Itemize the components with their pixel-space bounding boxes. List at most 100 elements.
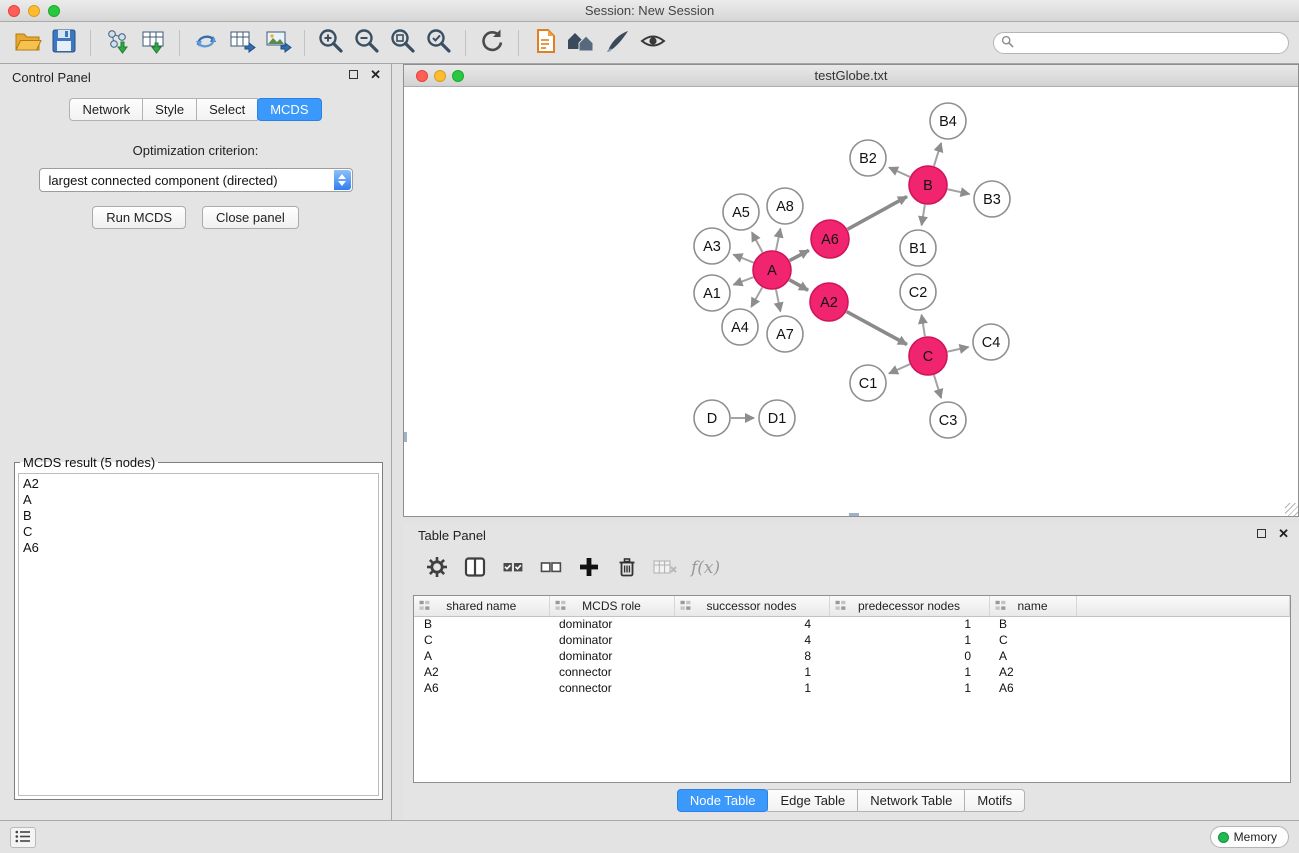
table-cell[interactable]: dominator (549, 648, 674, 664)
table-row[interactable]: Bdominator41B (414, 616, 1290, 632)
criterion-dropdown[interactable]: largest connected component (directed) (39, 168, 353, 192)
table-cell[interactable]: C (989, 632, 1076, 648)
table-row[interactable]: A2connector11A2 (414, 664, 1290, 680)
close-panel-button[interactable]: Close panel (202, 206, 299, 229)
style-brush-button[interactable] (599, 26, 635, 60)
network-edge[interactable] (922, 205, 925, 226)
column-header-predecessor-nodes[interactable]: predecessor nodes (829, 596, 989, 616)
network-edge[interactable] (889, 364, 910, 373)
network-edge[interactable] (789, 280, 808, 290)
close-panel-icon[interactable]: ✕ (370, 69, 381, 80)
network-edge[interactable] (948, 347, 969, 352)
network-node-B[interactable]: B (909, 166, 947, 204)
run-mcds-button[interactable]: Run MCDS (92, 206, 186, 229)
show-columns-button[interactable] (459, 553, 491, 583)
delete-column-button[interactable] (611, 553, 643, 583)
mcds-result-item[interactable]: A6 (23, 540, 374, 556)
mcds-result-list[interactable]: A2ABCA6 (18, 473, 379, 796)
network-node-A2[interactable]: A2 (810, 283, 848, 321)
tab-mcds[interactable]: MCDS (257, 98, 321, 121)
tab-style[interactable]: Style (142, 98, 197, 121)
table-cell[interactable]: 0 (829, 648, 989, 664)
zoom-out-button[interactable] (349, 26, 385, 60)
network-edge[interactable] (934, 375, 941, 398)
mcds-result-item[interactable]: A (23, 492, 374, 508)
table-cell[interactable]: 1 (829, 616, 989, 632)
network-canvas[interactable]: B4B2BB3A8A5A6B1A3AC2A1A2A4A7C4CC1C3DD1 (404, 87, 1298, 516)
network-edge[interactable] (847, 312, 907, 345)
network-edge[interactable] (733, 277, 753, 285)
table-cell[interactable]: 1 (674, 680, 829, 696)
network-edge[interactable] (790, 250, 809, 260)
import-network-button[interactable] (99, 26, 135, 60)
table-cell[interactable]: A6 (989, 680, 1076, 696)
network-edge[interactable] (922, 315, 925, 337)
function-builder-button[interactable]: f(x) (687, 558, 720, 578)
table-tab-motifs[interactable]: Motifs (964, 789, 1025, 812)
network-edge[interactable] (751, 287, 762, 307)
network-edge[interactable] (776, 290, 780, 312)
table-row[interactable]: A6connector11A6 (414, 680, 1290, 696)
export-image-button[interactable] (260, 26, 296, 60)
table-cell[interactable]: A2 (414, 664, 549, 680)
table-tab-edge-table[interactable]: Edge Table (767, 789, 858, 812)
open-document-button[interactable] (527, 26, 563, 60)
open-folder-button[interactable] (10, 26, 46, 60)
mcds-result-item[interactable]: A2 (23, 476, 374, 492)
table-row[interactable]: Adominator80A (414, 648, 1290, 664)
network-node-A6[interactable]: A6 (811, 220, 849, 258)
zoom-selected-button[interactable] (421, 26, 457, 60)
network-node-B4[interactable]: B4 (930, 103, 966, 139)
add-column-button[interactable] (573, 553, 605, 583)
table-cell[interactable]: dominator (549, 616, 674, 632)
network-edge[interactable] (848, 197, 907, 230)
refresh-button[interactable] (474, 26, 510, 60)
save-session-button[interactable] (46, 26, 82, 60)
window-resize-grip[interactable] (1285, 503, 1298, 516)
search-input[interactable] (1014, 34, 1288, 52)
network-node-C3[interactable]: C3 (930, 402, 966, 438)
close-table-panel-icon[interactable]: ✕ (1278, 528, 1289, 539)
network-edge[interactable] (752, 232, 763, 252)
mcds-result-item[interactable]: B (23, 508, 374, 524)
table-cell[interactable]: 4 (674, 632, 829, 648)
network-edge[interactable] (776, 229, 780, 251)
network-node-B1[interactable]: B1 (900, 230, 936, 266)
new-table-button[interactable] (224, 26, 260, 60)
home-button[interactable] (563, 26, 599, 60)
network-node-A3[interactable]: A3 (694, 228, 730, 264)
network-edge[interactable] (948, 189, 970, 194)
column-header-successor-nodes[interactable]: successor nodes (674, 596, 829, 616)
table-cell[interactable]: 1 (829, 632, 989, 648)
network-edge[interactable] (934, 143, 941, 166)
network-node-A4[interactable]: A4 (722, 309, 758, 345)
table-cell[interactable]: 1 (829, 680, 989, 696)
select-all-button[interactable] (497, 553, 529, 583)
network-node-A8[interactable]: A8 (767, 188, 803, 224)
task-history-button[interactable] (10, 827, 36, 848)
float-table-panel-icon[interactable] (1257, 529, 1266, 538)
network-node-A[interactable]: A (753, 251, 791, 289)
table-cell[interactable]: connector (549, 680, 674, 696)
column-header-shared-name[interactable]: shared name (414, 596, 549, 616)
new-network-button[interactable] (188, 26, 224, 60)
table-cell[interactable]: B (989, 616, 1076, 632)
table-cell[interactable]: dominator (549, 632, 674, 648)
network-node-C4[interactable]: C4 (973, 324, 1009, 360)
table-cell[interactable]: A6 (414, 680, 549, 696)
table-cell[interactable]: A (989, 648, 1076, 664)
zoom-fit-button[interactable] (385, 26, 421, 60)
table-cell[interactable]: B (414, 616, 549, 632)
memory-button[interactable]: Memory (1210, 826, 1289, 848)
show-hide-button[interactable] (635, 26, 671, 60)
table-tab-node-table[interactable]: Node Table (677, 789, 769, 812)
network-edge[interactable] (733, 255, 753, 263)
network-node-B3[interactable]: B3 (974, 181, 1010, 217)
network-node-D[interactable]: D (694, 400, 730, 436)
network-edge[interactable] (889, 167, 910, 176)
network-node-A7[interactable]: A7 (767, 316, 803, 352)
table-cell[interactable]: connector (549, 664, 674, 680)
network-node-C[interactable]: C (909, 337, 947, 375)
table-cell[interactable]: 4 (674, 616, 829, 632)
delete-table-button[interactable] (649, 553, 681, 583)
